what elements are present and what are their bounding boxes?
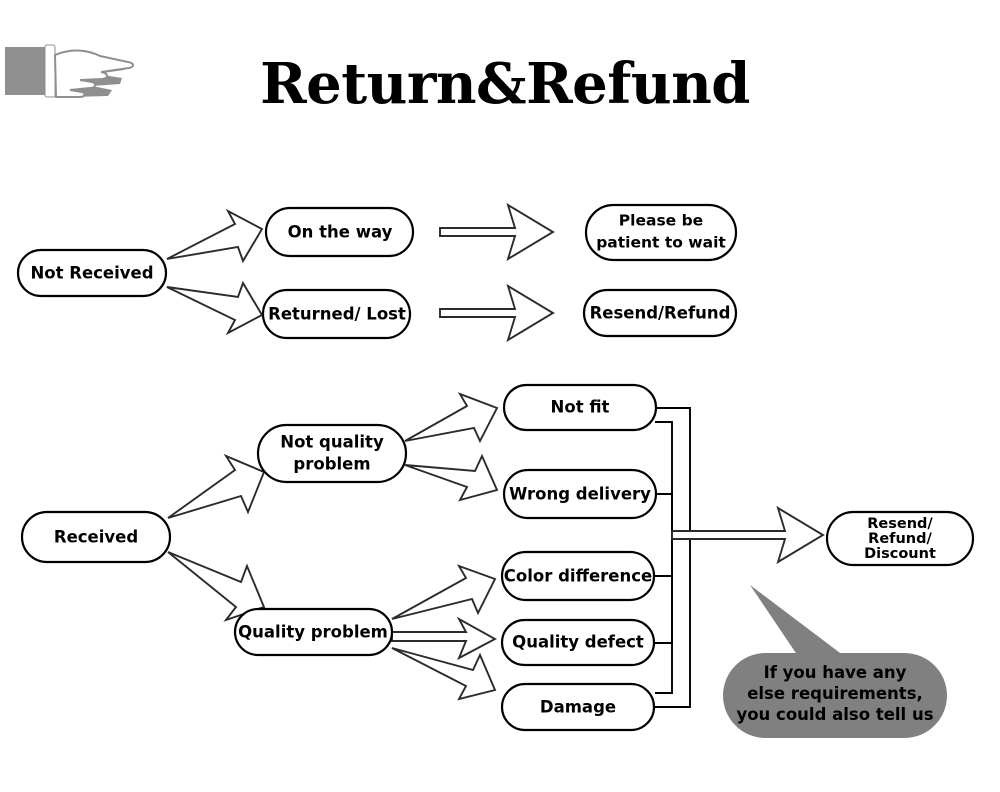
arrow-not-received-to-returned-lost xyxy=(166,280,264,336)
node-not-received[interactable]: Not Received xyxy=(16,248,168,298)
page-title: Return&Refund xyxy=(260,51,750,117)
node-quality-problem[interactable]: Quality problem xyxy=(233,607,394,657)
callout-line2: else requirements, xyxy=(747,684,923,703)
arrow-returned-lost-to-resend-refund xyxy=(439,283,555,343)
node-quality-defect[interactable]: Quality defect xyxy=(500,618,656,667)
node-on-the-way-label: On the way xyxy=(288,223,393,242)
node-resend-refund[interactable]: Resend/Refund xyxy=(582,288,738,338)
arrow-on-the-way-to-please-be-patient xyxy=(439,202,555,262)
arrow-not-quality-problem-to-not-fit xyxy=(404,392,499,444)
node-not-quality-problem-label-line1: Not quality xyxy=(280,433,384,452)
node-not-fit[interactable]: Not fit xyxy=(502,383,658,432)
callout-line1: If you have any xyxy=(764,663,907,682)
node-resend-refund-discount[interactable]: Resend/ Refund/ Discount xyxy=(825,510,975,567)
node-wrong-delivery-label: Wrong delivery xyxy=(509,485,651,504)
arrow-quality-problem-to-damage xyxy=(391,647,497,701)
node-not-quality-problem-label-line2: problem xyxy=(293,455,370,474)
node-wrong-delivery[interactable]: Wrong delivery xyxy=(502,468,658,520)
callout-line3: you could also tell us xyxy=(736,705,933,724)
node-quality-defect-label: Quality defect xyxy=(512,633,644,652)
extra-requirements-callout: If you have any else requirements, you c… xyxy=(723,585,947,738)
arrow-received-to-not-quality-problem xyxy=(167,453,266,519)
node-returned-lost[interactable]: Returned/ Lost xyxy=(261,288,412,340)
arrow-not-received-to-on-the-way xyxy=(166,208,264,264)
node-please-be-patient[interactable]: Please be patient to wait xyxy=(584,203,738,262)
pointing-hand-icon xyxy=(5,44,134,98)
arrow-not-quality-problem-to-wrong-delivery xyxy=(404,453,499,502)
node-not-quality-problem[interactable]: Not quality problem xyxy=(256,423,408,484)
connector-outer-inner-join xyxy=(655,421,673,694)
node-resend-refund-label: Resend/Refund xyxy=(590,304,731,323)
node-color-difference-label: Color difference xyxy=(504,567,652,586)
node-on-the-way[interactable]: On the way xyxy=(264,206,415,258)
node-returned-lost-label: Returned/ Lost xyxy=(268,305,406,324)
node-not-fit-label: Not fit xyxy=(551,398,610,417)
node-damage[interactable]: Damage xyxy=(500,682,656,732)
node-received[interactable]: Received xyxy=(20,510,172,564)
node-color-difference[interactable]: Color difference xyxy=(500,550,656,602)
node-resend-refund-discount-label-line3: Discount xyxy=(864,546,936,562)
node-please-be-patient-label-line2: patient to wait xyxy=(596,234,726,252)
arrow-quality-problem-to-color-difference xyxy=(391,564,497,620)
connector-inner-bracket xyxy=(655,493,673,644)
node-not-received-label: Not Received xyxy=(30,264,153,283)
node-quality-problem-label: Quality problem xyxy=(238,623,388,642)
node-please-be-patient-label-line1: Please be xyxy=(619,212,703,230)
node-damage-label: Damage xyxy=(540,698,616,717)
node-resend-refund-discount-label-line1: Resend/ xyxy=(867,516,933,532)
arrow-merge-to-resend-refund-discount xyxy=(671,505,825,565)
node-resend-refund-discount-label-line2: Refund/ xyxy=(868,531,932,547)
return-refund-flowchart: Return&Refund Not Received On the way Re… xyxy=(5,44,975,738)
node-received-label: Received xyxy=(54,528,138,547)
